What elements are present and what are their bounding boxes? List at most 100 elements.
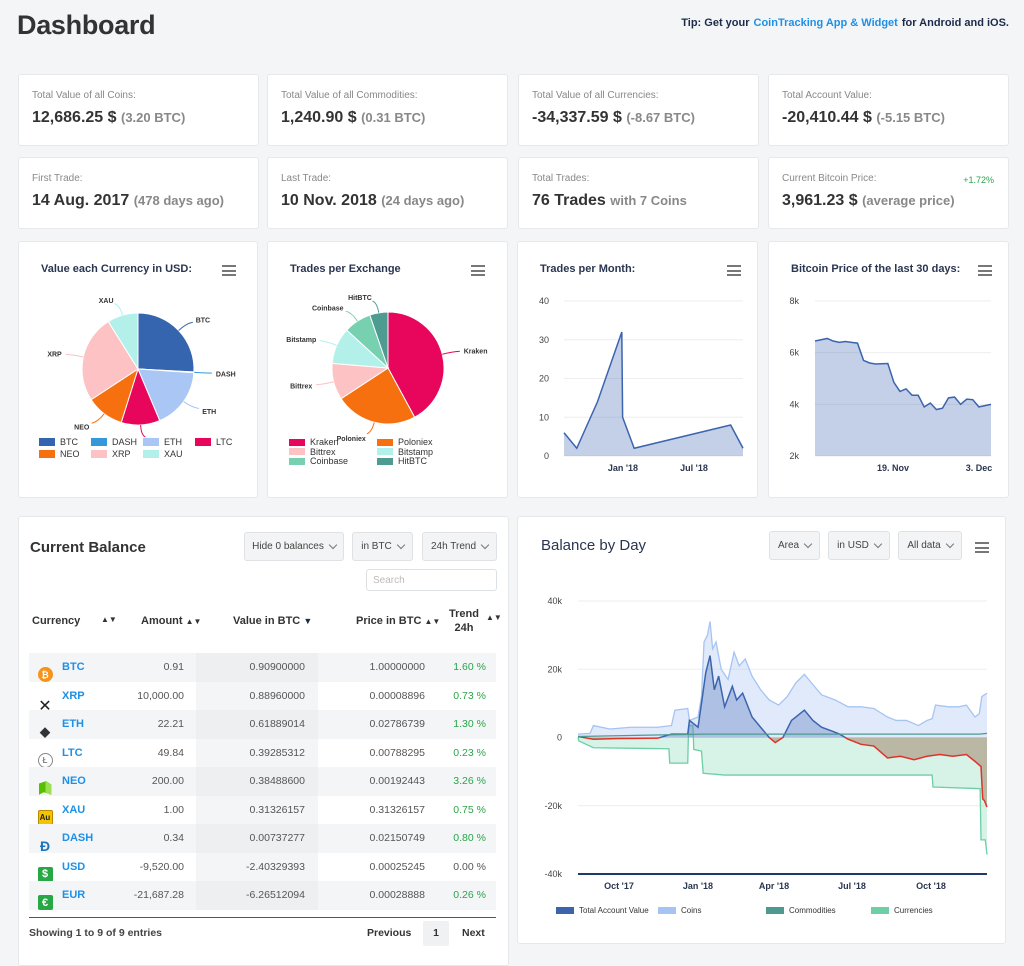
value-cell: 0.88960000 xyxy=(250,690,305,702)
legend-item[interactable]: Coins xyxy=(658,906,701,915)
area-fill xyxy=(815,338,991,456)
legend-item[interactable]: Poloniex xyxy=(377,437,433,447)
column-amount[interactable]: Amount ▲▼ xyxy=(141,615,201,627)
page-1-button[interactable]: 1 xyxy=(423,921,449,946)
x-tick-label: Apr '18 xyxy=(759,881,789,891)
y-tick-label: 20 xyxy=(539,374,549,384)
stat-value: 1,240.90 $ (0.31 BTC) xyxy=(281,109,425,127)
legend-item[interactable]: XAU xyxy=(143,449,183,459)
table-row: Ł LTC 49.84 0.39285312 0.00788295 0.23 % xyxy=(29,739,496,768)
column-price-btc[interactable]: Price in BTC ▲▼ xyxy=(356,615,440,627)
leader-line xyxy=(372,301,378,313)
balance-by-day-chart: -40k-20k020k40kOct '17Jan '18Apr '18Jul … xyxy=(518,517,1007,945)
header-label: Amount xyxy=(141,615,183,627)
legend-label: BTC xyxy=(60,437,78,447)
legend-label: DASH xyxy=(112,437,137,447)
y-tick-label: 8k xyxy=(789,296,799,306)
legend-item[interactable]: XRP xyxy=(91,449,131,459)
gold-icon: Au xyxy=(37,802,53,818)
column-value-btc[interactable]: Value in BTC ▼ xyxy=(233,615,312,627)
amount-cell: 22.21 xyxy=(158,718,184,730)
chevron-down-icon xyxy=(329,541,337,549)
neo-icon xyxy=(37,773,53,789)
legend-item[interactable]: NEO xyxy=(39,449,80,459)
exchange-trades-card: Trades per Exchange KrakenPoloniexBittre… xyxy=(267,241,508,498)
currency-value-card: Value each Currency in USD: BTCDASHETHLT… xyxy=(18,241,258,498)
column-trend[interactable]: Trend24h▲▼ xyxy=(449,607,479,635)
stat-label: First Trade: xyxy=(32,173,83,184)
tip-prefix: Tip: Get your xyxy=(681,17,749,29)
currency-link[interactable]: EUR xyxy=(62,889,85,901)
leader-line xyxy=(320,341,337,346)
trend-dropdown[interactable]: 24h Trend xyxy=(422,532,497,561)
legend-item[interactable]: BTC xyxy=(39,437,78,447)
slice-label: XAU xyxy=(99,298,114,305)
stat-label: Total Trades: xyxy=(532,173,589,184)
trades-month-chart: 010203040Jan '18Jul '18 xyxy=(518,242,759,499)
stat-value: 10 Nov. 2018 (24 days ago) xyxy=(281,192,464,210)
chevron-down-icon xyxy=(397,541,405,549)
header-label: Value in BTC xyxy=(233,615,300,627)
currency-link[interactable]: DASH xyxy=(62,832,93,844)
currency-link[interactable]: NEO xyxy=(62,775,86,787)
stat-main-value: 10 Nov. 2018 xyxy=(281,192,377,209)
currency-unit-dropdown[interactable]: in BTC xyxy=(352,532,413,561)
hide-zero-dropdown[interactable]: Hide 0 balances xyxy=(244,532,344,561)
currency-link[interactable]: USD xyxy=(62,861,85,873)
currency-link[interactable]: ETH xyxy=(62,718,84,730)
next-page-button[interactable]: Next xyxy=(462,927,485,939)
legend-item[interactable]: Currencies xyxy=(871,906,933,915)
stat-main-value: 1,240.90 $ xyxy=(281,109,357,126)
trend-cell: 0.75 % xyxy=(453,804,486,816)
area-fill xyxy=(564,332,743,456)
legend-item[interactable]: Commodities xyxy=(766,906,836,915)
legend-label: Currencies xyxy=(894,906,933,915)
legend-label: Poloniex xyxy=(398,437,433,447)
litecoin-icon: Ł xyxy=(37,745,53,761)
stat-label: Total Value of all Coins: xyxy=(32,90,136,101)
leader-line xyxy=(442,351,460,354)
pie-slice-btc[interactable] xyxy=(138,313,194,372)
currency-link[interactable]: XRP xyxy=(62,690,85,702)
search-input[interactable] xyxy=(366,569,497,591)
legend-swatch xyxy=(289,439,305,446)
stat-label: Last Trade: xyxy=(281,173,331,184)
column-currency[interactable]: Currency▲▼ xyxy=(32,615,80,627)
legend-item[interactable]: DASH xyxy=(91,437,137,447)
panel-title: Current Balance xyxy=(30,539,146,556)
amount-cell: 0.91 xyxy=(164,661,184,673)
slice-label: Kraken xyxy=(464,348,488,355)
legend-item[interactable]: HitBTC xyxy=(377,456,427,466)
price-cell: 1.00000000 xyxy=(370,661,425,673)
header-label: Trend xyxy=(449,608,479,620)
tip-suffix: for Android and iOS. xyxy=(902,17,1009,29)
btc-price-chart: 2k4k6k8k19. Nov3. Dec xyxy=(769,242,1010,499)
y-tick-label: -20k xyxy=(544,801,562,811)
y-tick-label: 4k xyxy=(789,399,799,409)
stat-card: Total Value of all Commodities: 1,240.90… xyxy=(267,74,508,146)
amount-cell: 49.84 xyxy=(158,747,184,759)
app-widget-link[interactable]: CoinTracking App & Widget xyxy=(754,17,898,29)
currency-link[interactable]: BTC xyxy=(62,661,85,673)
legend-swatch xyxy=(91,438,107,446)
leader-line xyxy=(179,322,193,330)
y-tick-label: 2k xyxy=(789,451,799,461)
amount-cell: 10,000.00 xyxy=(137,690,184,702)
legend-item[interactable]: LTC xyxy=(195,437,232,447)
currency-link[interactable]: XAU xyxy=(62,804,85,816)
y-tick-label: 0 xyxy=(557,733,562,743)
legend-item[interactable]: Kraken xyxy=(289,437,339,447)
legend-label: HitBTC xyxy=(398,456,427,466)
legend-item[interactable]: Bitstamp xyxy=(377,447,433,457)
x-tick-label: Oct '18 xyxy=(916,881,946,891)
dropdown-label: 24h Trend xyxy=(431,541,476,552)
legend-label: Commodities xyxy=(789,906,836,915)
trend-cell: 1.60 % xyxy=(453,661,486,673)
currency-link[interactable]: LTC xyxy=(62,747,83,759)
legend-item[interactable]: ETH xyxy=(143,437,182,447)
legend-item[interactable]: Bittrex xyxy=(289,447,336,457)
legend-label: LTC xyxy=(216,437,232,447)
legend-item[interactable]: Total Account Value xyxy=(556,906,649,915)
previous-page-button[interactable]: Previous xyxy=(367,927,411,939)
legend-item[interactable]: Coinbase xyxy=(289,456,348,466)
